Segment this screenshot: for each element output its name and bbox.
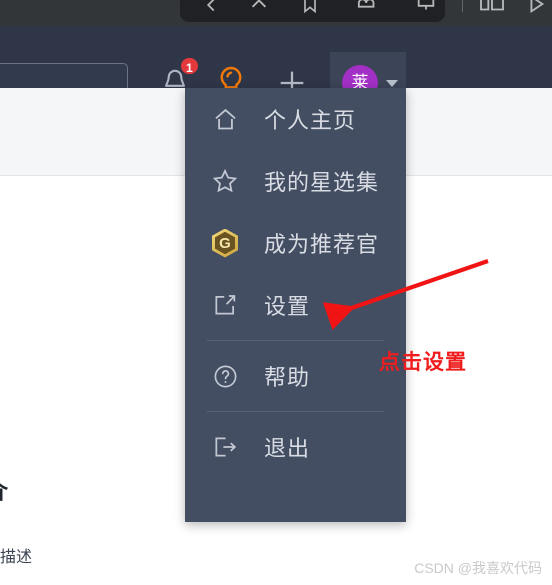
menu-divider xyxy=(207,340,384,341)
menu-item-ambassador[interactable]: G 成为推荐官 xyxy=(185,212,406,274)
menu-item-logout[interactable]: 退出 xyxy=(185,416,406,478)
toolbar-divider xyxy=(462,0,463,12)
star-icon xyxy=(208,164,242,198)
chevron-down-icon[interactable] xyxy=(386,80,398,87)
browser-toolbar xyxy=(0,0,552,26)
edit-icon xyxy=(208,288,242,322)
forward-arrow-icon[interactable] xyxy=(248,0,270,16)
menu-item-label: 帮助 xyxy=(264,365,311,390)
cast-icon[interactable] xyxy=(415,0,437,15)
back-arrow-icon[interactable] xyxy=(200,0,222,16)
g-badge-icon: G xyxy=(208,226,242,260)
logout-icon xyxy=(208,430,242,464)
annotation-label: 点击设置 xyxy=(379,351,467,374)
question-icon xyxy=(208,359,242,393)
menu-item-starred[interactable]: 我的星选集 xyxy=(185,150,406,212)
menu-item-label: 成为推荐官 xyxy=(264,232,380,257)
app-header: 1 莱 xyxy=(0,26,552,114)
menu-item-label: 个人主页 xyxy=(264,108,357,133)
menu-item-settings[interactable]: 设置 xyxy=(185,274,406,336)
menu-item-label: 我的星选集 xyxy=(264,170,380,195)
split-screen-icon[interactable] xyxy=(478,0,506,15)
media-icon[interactable] xyxy=(525,0,547,15)
menu-item-label: 退出 xyxy=(264,436,311,461)
notification-badge[interactable]: 1 xyxy=(179,56,200,76)
bookmark-icon[interactable] xyxy=(300,0,320,15)
menu-item-profile[interactable]: 个人主页 xyxy=(185,88,406,150)
extension-icon[interactable] xyxy=(355,0,381,14)
watermark: CSDN @我喜欢代码 xyxy=(414,560,542,576)
page-title: 介 xyxy=(0,474,8,506)
menu-item-label: 设置 xyxy=(264,294,311,319)
home-icon xyxy=(208,102,242,136)
menu-item-help[interactable]: 帮助 xyxy=(185,345,406,407)
screenshot-root: 1 莱 Watching 1 介 无描述 xyxy=(0,0,552,585)
user-dropdown-menu: 个人主页 我的星选集 G 成为推荐官 设置 帮助 退出 xyxy=(185,88,406,522)
menu-divider xyxy=(207,411,384,412)
